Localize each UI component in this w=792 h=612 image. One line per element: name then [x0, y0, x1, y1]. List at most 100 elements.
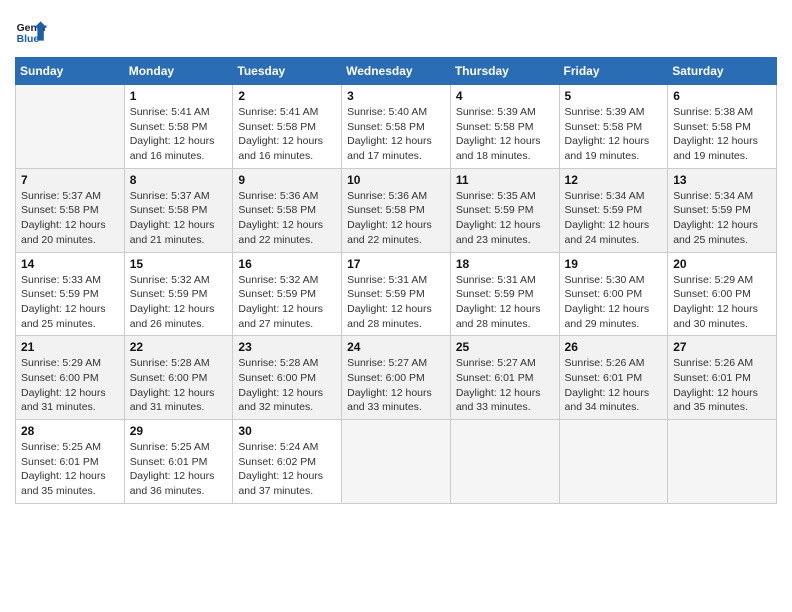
day-number: 7	[21, 173, 119, 187]
calendar-cell: 15Sunrise: 5:32 AM Sunset: 5:59 PM Dayli…	[124, 252, 233, 336]
calendar-cell: 30 Sunrise: 5:24 AM Sunset: 6:02 PM Dayli…	[233, 420, 342, 504]
calendar-cell: 6Sunrise: 5:38 AM Sunset: 5:58 PM Daylig…	[668, 85, 777, 169]
calendar-cell: 13 Sunrise: 5:34 AM Sunset: 5:59 PM Dayli…	[668, 168, 777, 252]
day-info: Sunrise: 5:26 AM Sunset: 6:01 PM Dayligh…	[565, 356, 663, 415]
calendar-cell	[450, 420, 559, 504]
day-number: 13	[673, 173, 771, 187]
day-number: 10	[347, 173, 445, 187]
calendar-header-row: SundayMondayTuesdayWednesdayThursdayFrid…	[16, 58, 777, 85]
day-number: 23	[238, 340, 336, 354]
day-number: 11	[456, 173, 554, 187]
day-number: 28	[21, 424, 119, 438]
day-info: Sunrise: 5:36 AM Sunset: 5:58 PM Dayligh…	[347, 189, 445, 248]
calendar-cell	[668, 420, 777, 504]
calendar-header-friday: Friday	[559, 58, 668, 85]
day-number: 18	[456, 257, 554, 271]
day-info: Sunrise: 5:31 AM Sunset: 5:59 PM Dayligh…	[347, 273, 445, 332]
day-number: 24	[347, 340, 445, 354]
calendar-cell: 8 Sunrise: 5:37 AM Sunset: 5:58 PM Daylig…	[124, 168, 233, 252]
day-number: 30	[238, 424, 336, 438]
calendar-cell: 4 Sunrise: 5:39 AM Sunset: 5:58 PM Daylig…	[450, 85, 559, 169]
day-info: Sunrise: 5:37 AM Sunset: 5:58 PM Dayligh…	[130, 189, 228, 248]
calendar-cell: 29 Sunrise: 5:25 AM Sunset: 6:01 PM Dayli…	[124, 420, 233, 504]
day-number: 21	[21, 340, 119, 354]
day-info: Sunrise: 5:40 AM Sunset: 5:58 PM Dayligh…	[347, 105, 445, 164]
day-info: Sunrise: 5:29 AM Sunset: 6:00 PM Dayligh…	[673, 273, 771, 332]
page-header: General Blue	[15, 15, 777, 47]
day-info: Sunrise: 5:27 AM Sunset: 6:00 PM Dayligh…	[347, 356, 445, 415]
calendar-cell: 18Sunrise: 5:31 AM Sunset: 5:59 PM Dayli…	[450, 252, 559, 336]
day-number: 25	[456, 340, 554, 354]
calendar-cell: 3 Sunrise: 5:40 AM Sunset: 5:58 PM Daylig…	[342, 85, 451, 169]
day-info: Sunrise: 5:33 AM Sunset: 5:59 PM Dayligh…	[21, 273, 119, 332]
calendar-header-sunday: Sunday	[16, 58, 125, 85]
day-info: Sunrise: 5:39 AM Sunset: 5:58 PM Dayligh…	[456, 105, 554, 164]
calendar-cell: 20 Sunrise: 5:29 AM Sunset: 6:00 PM Dayli…	[668, 252, 777, 336]
day-info: Sunrise: 5:39 AM Sunset: 5:58 PM Dayligh…	[565, 105, 663, 164]
calendar-header-monday: Monday	[124, 58, 233, 85]
calendar-cell: 11 Sunrise: 5:35 AM Sunset: 5:59 PM Dayli…	[450, 168, 559, 252]
day-info: Sunrise: 5:25 AM Sunset: 6:01 PM Dayligh…	[21, 440, 119, 499]
day-info: Sunrise: 5:27 AM Sunset: 6:01 PM Dayligh…	[456, 356, 554, 415]
day-number: 14	[21, 257, 119, 271]
calendar-cell: 26 Sunrise: 5:26 AM Sunset: 6:01 PM Dayli…	[559, 336, 668, 420]
day-info: Sunrise: 5:35 AM Sunset: 5:59 PM Dayligh…	[456, 189, 554, 248]
calendar-cell	[559, 420, 668, 504]
calendar-header-tuesday: Tuesday	[233, 58, 342, 85]
calendar-cell: 12 Sunrise: 5:34 AM Sunset: 5:59 PM Dayli…	[559, 168, 668, 252]
day-number: 1	[130, 89, 228, 103]
day-number: 8	[130, 173, 228, 187]
calendar-week-1: 1 Sunrise: 5:41 AM Sunset: 5:58 PM Daylig…	[16, 85, 777, 169]
calendar-cell: 5 Sunrise: 5:39 AM Sunset: 5:58 PM Daylig…	[559, 85, 668, 169]
calendar-cell: 23 Sunrise: 5:28 AM Sunset: 6:00 PM Dayli…	[233, 336, 342, 420]
calendar-cell: 9 Sunrise: 5:36 AM Sunset: 5:58 PM Daylig…	[233, 168, 342, 252]
calendar-week-3: 14 Sunrise: 5:33 AM Sunset: 5:59 PM Dayli…	[16, 252, 777, 336]
day-number: 19	[565, 257, 663, 271]
day-info: Sunrise: 5:28 AM Sunset: 6:00 PM Dayligh…	[238, 356, 336, 415]
svg-text:Blue: Blue	[17, 34, 40, 45]
day-number: 15	[130, 257, 228, 271]
day-info: Sunrise: 5:30 AM Sunset: 6:00 PM Dayligh…	[565, 273, 663, 332]
calendar-cell: 27 Sunrise: 5:26 AM Sunset: 6:01 PM Dayli…	[668, 336, 777, 420]
day-info: Sunrise: 5:41 AM Sunset: 5:58 PM Dayligh…	[238, 105, 336, 164]
day-info: Sunrise: 5:28 AM Sunset: 6:00 PM Dayligh…	[130, 356, 228, 415]
calendar-cell: 21Sunrise: 5:29 AM Sunset: 6:00 PM Dayli…	[16, 336, 125, 420]
calendar-week-2: 7 Sunrise: 5:37 AM Sunset: 5:58 PM Daylig…	[16, 168, 777, 252]
day-number: 17	[347, 257, 445, 271]
day-info: Sunrise: 5:34 AM Sunset: 5:59 PM Dayligh…	[565, 189, 663, 248]
calendar-cell: 14 Sunrise: 5:33 AM Sunset: 5:59 PM Dayli…	[16, 252, 125, 336]
day-info: Sunrise: 5:36 AM Sunset: 5:58 PM Dayligh…	[238, 189, 336, 248]
day-number: 27	[673, 340, 771, 354]
day-number: 29	[130, 424, 228, 438]
calendar-cell	[16, 85, 125, 169]
day-number: 5	[565, 89, 663, 103]
calendar-table: SundayMondayTuesdayWednesdayThursdayFrid…	[15, 57, 777, 504]
day-number: 6	[673, 89, 771, 103]
day-info: Sunrise: 5:34 AM Sunset: 5:59 PM Dayligh…	[673, 189, 771, 248]
calendar-cell	[342, 420, 451, 504]
day-number: 4	[456, 89, 554, 103]
day-info: Sunrise: 5:26 AM Sunset: 6:01 PM Dayligh…	[673, 356, 771, 415]
calendar-cell: 25 Sunrise: 5:27 AM Sunset: 6:01 PM Dayli…	[450, 336, 559, 420]
day-info: Sunrise: 5:25 AM Sunset: 6:01 PM Dayligh…	[130, 440, 228, 499]
calendar-cell: 17 Sunrise: 5:31 AM Sunset: 5:59 PM Dayli…	[342, 252, 451, 336]
calendar-cell: 24 Sunrise: 5:27 AM Sunset: 6:00 PM Dayli…	[342, 336, 451, 420]
day-number: 3	[347, 89, 445, 103]
day-number: 26	[565, 340, 663, 354]
day-number: 20	[673, 257, 771, 271]
day-number: 16	[238, 257, 336, 271]
calendar-cell: 16 Sunrise: 5:32 AM Sunset: 5:59 PM Dayli…	[233, 252, 342, 336]
day-number: 22	[130, 340, 228, 354]
calendar-cell: 19 Sunrise: 5:30 AM Sunset: 6:00 PM Dayli…	[559, 252, 668, 336]
calendar-cell: 28 Sunrise: 5:25 AM Sunset: 6:01 PM Dayli…	[16, 420, 125, 504]
calendar-header-saturday: Saturday	[668, 58, 777, 85]
day-info: Sunrise: 5:24 AM Sunset: 6:02 PM Dayligh…	[238, 440, 336, 499]
logo: General Blue	[15, 15, 47, 47]
logo-icon: General Blue	[15, 15, 47, 47]
day-info: Sunrise: 5:41 AM Sunset: 5:58 PM Dayligh…	[130, 105, 228, 164]
calendar-header-thursday: Thursday	[450, 58, 559, 85]
day-number: 12	[565, 173, 663, 187]
day-info: Sunrise: 5:32 AM Sunset: 5:59 PM Dayligh…	[238, 273, 336, 332]
calendar-cell: 10 Sunrise: 5:36 AM Sunset: 5:58 PM Dayli…	[342, 168, 451, 252]
day-number: 9	[238, 173, 336, 187]
